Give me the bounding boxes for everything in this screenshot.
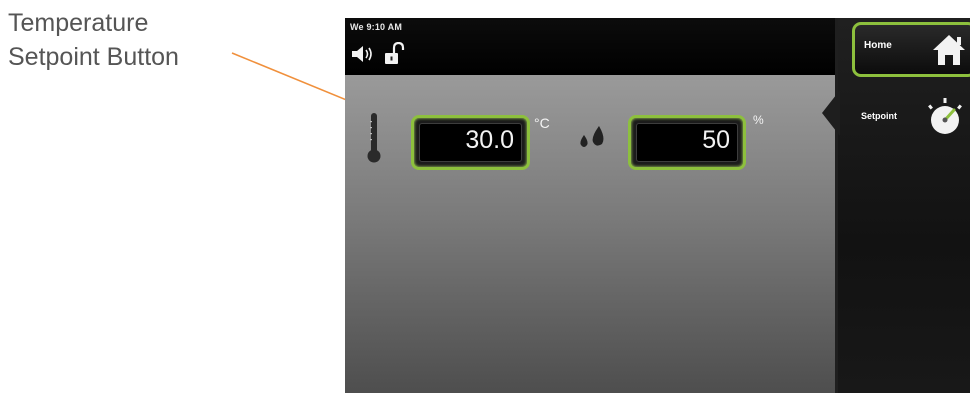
home-button[interactable]: Home — [852, 22, 970, 77]
callout-line-1: Temperature — [8, 9, 149, 37]
main-panel: 30.0 °C 50 % — [345, 75, 835, 393]
device-screen: We 9:10 AM 30.0 °C 50 % Home Setpoint — [345, 18, 970, 393]
unlocked-padlock-icon[interactable] — [383, 42, 405, 66]
temperature-value: 30.0 — [419, 123, 522, 162]
datetime-display: We 9:10 AM — [350, 22, 403, 32]
callout-annotation: Temperature Setpoint Button — [8, 6, 179, 74]
water-drops-icon — [580, 126, 604, 147]
humidity-setpoint-button[interactable]: 50 — [628, 115, 746, 170]
humidity-unit: % — [753, 113, 764, 127]
active-pointer-tab — [822, 90, 840, 136]
thermometer-icon — [367, 113, 381, 163]
gauge-dial-icon — [928, 98, 962, 134]
humidity-value: 50 — [636, 123, 738, 162]
temperature-setpoint-button[interactable]: 30.0 — [411, 115, 530, 170]
status-bar: We 9:10 AM — [345, 18, 835, 75]
callout-line-2: Setpoint Button — [8, 43, 179, 71]
setpoint-label: Setpoint — [861, 111, 897, 121]
home-label: Home — [864, 40, 892, 51]
sidebar: Home Setpoint — [822, 18, 970, 393]
temperature-unit: °C — [534, 115, 550, 131]
speaker-icon[interactable] — [351, 44, 377, 64]
home-icon — [933, 35, 965, 65]
sidebar-item-setpoint[interactable]: Setpoint — [822, 80, 970, 140]
